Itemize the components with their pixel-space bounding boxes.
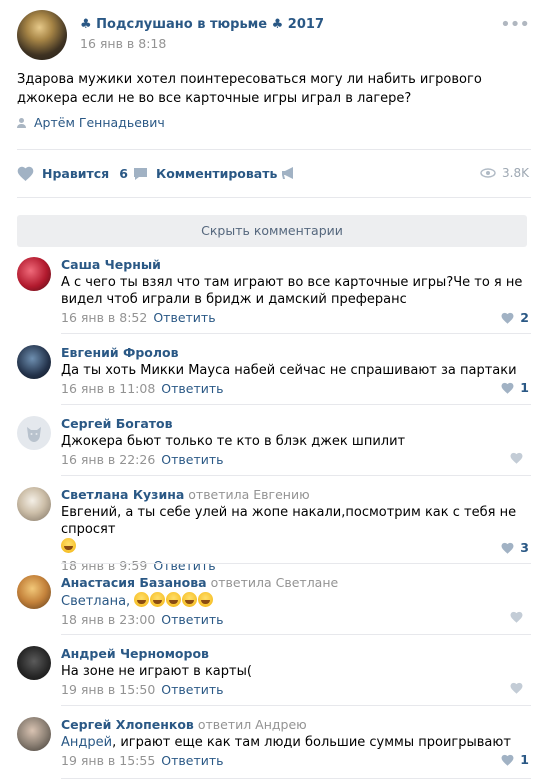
comment-date[interactable]: 18 янв в 9:59 bbox=[61, 558, 147, 573]
comment-author[interactable]: Сергей Богатов bbox=[61, 416, 173, 431]
comment-text-body: , играют еще как там люди большие суммы … bbox=[112, 735, 511, 750]
avatar[interactable] bbox=[17, 345, 51, 379]
heart-icon bbox=[501, 312, 514, 324]
comment-like-button[interactable]: 1 bbox=[501, 380, 529, 395]
avatar[interactable] bbox=[17, 416, 51, 450]
heart-icon bbox=[510, 452, 523, 464]
post-author[interactable]: Артём Геннадьевич bbox=[17, 115, 165, 130]
avatar[interactable] bbox=[17, 487, 51, 521]
laughing-emoji-icon bbox=[150, 592, 166, 607]
avatar[interactable] bbox=[17, 717, 51, 751]
reply-to[interactable]: ответил Андрею bbox=[198, 717, 307, 732]
like-label: Нравится bbox=[42, 166, 110, 181]
post-action-bar: Нравится 6 Комментировать 3.8K bbox=[17, 160, 531, 188]
comment-date[interactable]: 19 янв в 15:55 bbox=[61, 753, 155, 768]
post-header: ♣ Подслушано в тюрьме ♣ 2017 16 янв в 8:… bbox=[17, 10, 533, 60]
laughing-emoji-icon bbox=[198, 592, 214, 607]
eye-icon bbox=[480, 168, 496, 178]
comment-text: Джокера бьют только те кто в блэк джек ш… bbox=[61, 434, 406, 449]
divider bbox=[61, 705, 531, 706]
laughing-emoji-icon bbox=[166, 592, 182, 607]
divider bbox=[17, 197, 531, 198]
heart-icon bbox=[17, 166, 34, 181]
group-avatar[interactable] bbox=[17, 10, 67, 60]
group-name[interactable]: ♣ Подслушано в тюрьме ♣ 2017 bbox=[80, 17, 324, 32]
like-button[interactable]: Нравится 6 bbox=[17, 166, 128, 181]
comment-author[interactable]: Андрей Черноморов bbox=[61, 646, 209, 661]
comment-like-button[interactable]: 3 bbox=[501, 540, 529, 555]
reply-link[interactable]: Ответить bbox=[161, 381, 223, 396]
reply-link[interactable]: Ответить bbox=[153, 558, 215, 573]
person-icon bbox=[17, 117, 26, 128]
megaphone-icon bbox=[281, 166, 297, 180]
comment-text: Да ты хоть Микки Мауса набей сейчас не с… bbox=[61, 363, 517, 378]
avatar[interactable] bbox=[17, 575, 51, 609]
laughing-emoji-icon bbox=[134, 592, 150, 607]
comment-like-count: 3 bbox=[520, 540, 529, 555]
divider bbox=[61, 475, 531, 476]
comment-label: Комментировать bbox=[156, 166, 278, 181]
post-author-name[interactable]: Артём Геннадьевич bbox=[34, 115, 165, 130]
comment-date[interactable]: 16 янв в 11:08 bbox=[61, 381, 155, 396]
divider bbox=[61, 563, 531, 564]
comment-text: Евгений, а ты себе улей на жопе накали,п… bbox=[61, 504, 531, 556]
comment-like-button[interactable] bbox=[510, 682, 529, 694]
comment-text: На зоне не играют в карты( bbox=[61, 664, 252, 679]
post-date[interactable]: 16 янв в 8:18 bbox=[80, 36, 166, 51]
comment-text-body: Евгений, а ты себе улей на жопе накали,п… bbox=[61, 505, 517, 537]
comment-date[interactable]: 18 янв в 23:00 bbox=[61, 612, 155, 627]
comment-author[interactable]: Евгений Фролов bbox=[61, 345, 179, 360]
mention-link[interactable]: Андрей bbox=[61, 735, 112, 750]
comment-like-button[interactable]: 2 bbox=[501, 310, 529, 325]
heart-icon bbox=[501, 382, 514, 394]
like-count: 6 bbox=[119, 166, 128, 181]
views-counter: 3.8K bbox=[480, 166, 529, 180]
avatar[interactable] bbox=[17, 646, 51, 680]
laughing-emoji-icon bbox=[182, 592, 198, 607]
comment-like-count: 1 bbox=[520, 752, 529, 767]
comment-icon bbox=[133, 167, 148, 181]
comment-date[interactable]: 16 янв в 22:26 bbox=[61, 452, 155, 467]
comment-text: Андрей, играют еще как там люди большие … bbox=[61, 734, 531, 751]
reply-to[interactable]: ответила Евгению bbox=[188, 487, 309, 502]
ellipsis-icon[interactable]: ••• bbox=[500, 16, 530, 34]
reply-link[interactable]: Ответить bbox=[161, 612, 223, 627]
comment-date[interactable]: 19 янв в 15:50 bbox=[61, 682, 155, 697]
divider bbox=[17, 149, 531, 150]
heart-icon bbox=[501, 754, 514, 766]
comment-text: А с чего ты взял что там играют во все к… bbox=[61, 275, 523, 307]
divider bbox=[61, 333, 531, 334]
views-count: 3.8K bbox=[502, 166, 529, 180]
comment-like-button[interactable] bbox=[510, 611, 529, 623]
divider bbox=[61, 778, 531, 779]
divider bbox=[61, 634, 531, 635]
reply-link[interactable]: Ответить bbox=[161, 682, 223, 697]
comment-like-button[interactable] bbox=[510, 452, 529, 464]
default-dog-avatar-icon bbox=[27, 427, 41, 442]
divider bbox=[61, 404, 531, 405]
comment-button[interactable]: Комментировать bbox=[133, 166, 277, 181]
hide-comments-button[interactable]: Скрыть комментарии bbox=[17, 215, 527, 247]
share-button[interactable] bbox=[281, 166, 297, 180]
heart-icon bbox=[501, 542, 514, 554]
reply-to[interactable]: ответила Светлане bbox=[211, 575, 339, 590]
reply-link[interactable]: Ответить bbox=[153, 310, 215, 325]
avatar[interactable] bbox=[17, 257, 51, 291]
comment-date[interactable]: 16 янв в 8:52 bbox=[61, 310, 147, 325]
comment-like-count: 2 bbox=[520, 310, 529, 325]
heart-icon bbox=[510, 611, 523, 623]
comment-author[interactable]: Светлана Кузина bbox=[61, 487, 184, 502]
comment-like-button[interactable]: 1 bbox=[501, 752, 529, 767]
post-text: Здарова мужики хотел поинтересоваться мо… bbox=[17, 72, 482, 106]
comment-text: Светлана, bbox=[61, 592, 531, 610]
comment-author[interactable]: Саша Черный bbox=[61, 257, 161, 272]
reply-link[interactable]: Ответить bbox=[161, 452, 223, 467]
comment-author[interactable]: Анастасия Базанова bbox=[61, 575, 207, 590]
heart-icon bbox=[510, 682, 523, 694]
comment-text-body[interactable]: Светлана, bbox=[61, 594, 130, 609]
laughing-emoji-icon bbox=[61, 538, 76, 553]
reply-link[interactable]: Ответить bbox=[161, 753, 223, 768]
comment-author[interactable]: Сергей Хлопенков bbox=[61, 717, 194, 732]
comment-like-count: 1 bbox=[520, 380, 529, 395]
